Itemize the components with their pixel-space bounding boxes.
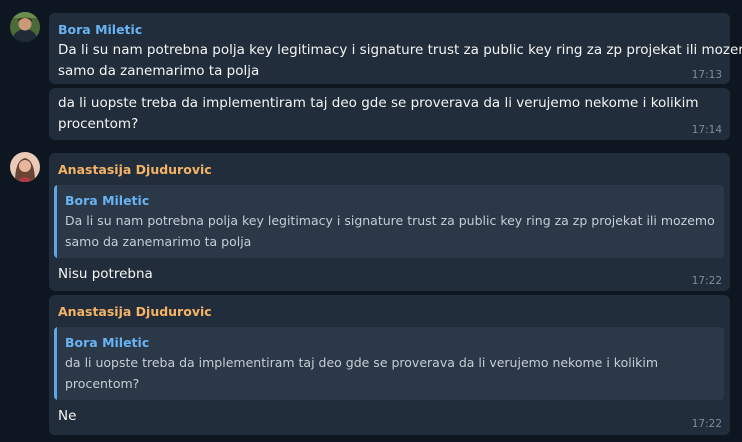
reply-quote[interactable]: Bora Miletic da li uopste treba da imple…: [54, 327, 724, 400]
message-text-line: da li uopste treba da implementiram taj …: [58, 95, 699, 111]
message-timestamp: 17:14: [691, 124, 722, 136]
message-text: Ne: [58, 408, 77, 424]
reply-quote-sender: Bora Miletic: [65, 193, 150, 208]
reply-quote-bar: [54, 185, 57, 258]
reply-quote-text-line: samo da zanemarimo ta polja: [65, 234, 252, 249]
reply-quote-text-line: Da li su nam potrebna polja key legitima…: [65, 213, 715, 228]
profile-photo-icon: [10, 152, 40, 182]
reply-quote-bar: [54, 327, 57, 400]
reply-quote-text-line: procentom?: [65, 376, 140, 391]
message-sender[interactable]: Anastasija Djudurovic: [58, 162, 212, 177]
message-timestamp: 17:22: [691, 418, 722, 430]
avatar-bora-miletic[interactable]: [10, 12, 40, 42]
message-bubble[interactable]: Anastasija Djudurovic Bora Miletic da li…: [49, 295, 730, 435]
reply-quote[interactable]: Bora Miletic Da li su nam potrebna polja…: [54, 185, 724, 258]
message-bubble[interactable]: da li uopste treba da implementiram taj …: [49, 88, 730, 140]
message-bubble[interactable]: Bora Miletic Da li su nam potrebna polja…: [49, 13, 742, 84]
profile-photo-icon: [10, 12, 40, 42]
message-bubble[interactable]: Anastasija Djudurovic Bora Miletic Da li…: [49, 153, 730, 291]
message-text-line: samo da zanemarimo ta polja: [58, 63, 260, 79]
message-text-line: Da li su nam potrebna polja key legitima…: [58, 42, 742, 58]
message-sender[interactable]: Bora Miletic: [58, 22, 142, 37]
avatar-anastasija-djudurovic[interactable]: [10, 152, 40, 182]
message-timestamp: 17:22: [691, 275, 722, 287]
message-timestamp: 17:13: [691, 69, 722, 81]
message-text: Nisu potrebna: [58, 266, 153, 282]
chat-history[interactable]: Bora Miletic Da li su nam potrebna polja…: [0, 0, 742, 442]
reply-quote-sender: Bora Miletic: [65, 335, 150, 350]
reply-quote-text-line: da li uopste treba da implementiram taj …: [65, 355, 659, 370]
message-text-line: procentom?: [58, 116, 139, 132]
message-sender[interactable]: Anastasija Djudurovic: [58, 304, 212, 319]
